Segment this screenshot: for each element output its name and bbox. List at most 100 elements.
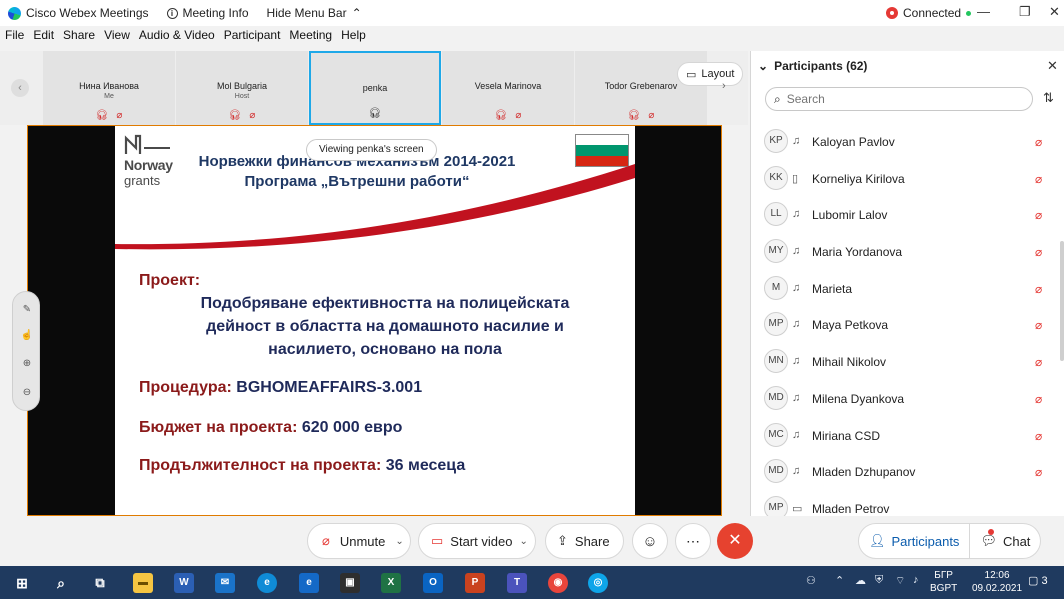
volume-icon[interactable]: ♪	[913, 574, 919, 586]
people-icon[interactable]: ⚇	[806, 574, 816, 587]
participants-button[interactable]: 👤︎ Participants	[858, 523, 971, 559]
filmstrip-prev-button[interactable]: ‹	[11, 79, 29, 97]
chat-button[interactable]: 💬︎ Chat	[970, 523, 1042, 559]
zoom-in-icon[interactable]: ⊕	[13, 358, 41, 369]
video-tile[interactable]: Vesela Marinova 🎧︎ ⌀	[442, 51, 574, 125]
muted-mic-icon[interactable]: ⌀	[1035, 318, 1042, 332]
chevron-up-icon[interactable]: ⌃	[835, 574, 844, 587]
list-item[interactable]: MP ♫ Maya Petkova ⌀	[751, 308, 1064, 345]
search-icon[interactable]: ⌕	[51, 573, 71, 593]
list-item[interactable]: M ♫ Marieta ⌀	[751, 272, 1064, 309]
wifi-icon[interactable]: ⌔	[895, 574, 905, 588]
menu-file[interactable]: File	[5, 28, 24, 48]
unmute-label: Unmute	[339, 533, 386, 549]
start-video-button[interactable]: ▭ Start video ⌄	[418, 523, 536, 559]
muted-mic-icon[interactable]: ⌀	[1035, 392, 1042, 406]
unmute-button[interactable]: ⌀ Unmute ⌄	[307, 523, 411, 559]
muted-mic-icon[interactable]: ⌀	[1035, 172, 1042, 186]
teams-icon[interactable]: T	[507, 573, 527, 593]
participants-scrollbar[interactable]	[1060, 241, 1064, 361]
task-view-icon[interactable]: ⧉	[90, 573, 110, 593]
muted-mic-icon[interactable]: ⌀	[1035, 429, 1042, 443]
muted-mic-icon[interactable]: ⌀	[1035, 282, 1042, 296]
share-icon: ⇪	[557, 533, 568, 548]
excel-icon[interactable]: X	[381, 573, 401, 593]
filmstrip-next-button[interactable]: ›	[722, 80, 726, 92]
menu-view[interactable]: View	[104, 28, 130, 48]
participants-header[interactable]: ⌄ Participants (62)	[758, 59, 867, 73]
chevron-down-icon[interactable]: ⌄	[519, 536, 527, 547]
list-item[interactable]: MY ♫ Maria Yordanova ⌀	[751, 235, 1064, 272]
windows-start-icon[interactable]: ⊞	[12, 573, 32, 593]
search-field[interactable]: ⌕	[765, 87, 1033, 111]
muted-mic-icon[interactable]: ⌀	[1035, 135, 1042, 149]
list-item[interactable]: KP ♫ Kaloyan Pavlov ⌀	[751, 125, 1064, 162]
headset-icon: ♫	[792, 428, 801, 441]
list-item[interactable]: MC ♫ Miriana CSD ⌀	[751, 419, 1064, 456]
powerpoint-icon[interactable]: P	[465, 573, 485, 593]
video-tile[interactable]: Нина Иванова Me 🎧︎ ⌀	[43, 51, 175, 125]
menu-share[interactable]: Share	[63, 28, 95, 48]
search-input[interactable]	[786, 92, 1007, 106]
antivirus-icon[interactable]: ⛨	[875, 574, 883, 587]
system-clock[interactable]: 12:06 09.02.2021	[972, 569, 1022, 595]
word-icon[interactable]: W	[174, 573, 194, 593]
avatar: MP	[764, 312, 788, 337]
layout-button[interactable]: ▭ Layout	[677, 62, 744, 86]
viewing-screen-banner[interactable]: Viewing penka's screen	[306, 139, 437, 161]
menu-audio-video[interactable]: Audio & Video	[139, 28, 215, 48]
muted-mic-icon[interactable]: ⌀	[1035, 208, 1042, 222]
zoom-out-icon[interactable]: ⊖	[13, 387, 41, 398]
shared-slide: Norway grants Норвежки финансов механизъ…	[115, 126, 635, 515]
mail-icon[interactable]: ✉	[215, 573, 235, 593]
muted-mic-icon[interactable]: ⌀	[1035, 245, 1042, 259]
chrome-icon[interactable]: ◉	[548, 573, 568, 593]
internet-explorer-icon[interactable]: e	[299, 573, 319, 593]
more-options-button[interactable]: ⋯	[675, 523, 711, 559]
meeting-info-button[interactable]: i Meeting Info	[166, 6, 249, 20]
list-item[interactable]: LL ♫ Lubomir Lalov ⌀	[751, 198, 1064, 235]
start-video-label: Start video	[450, 533, 513, 549]
list-item[interactable]: MD ♫ Mladen Dzhupanov ⌀	[751, 455, 1064, 492]
edge-icon[interactable]: e	[257, 573, 277, 593]
duration-line: Продължителност на проекта: 36 месеца	[139, 457, 466, 474]
shared-screen-stage[interactable]: Norway grants Норвежки финансов механизъ…	[27, 125, 722, 516]
cloud-icon[interactable]: ☁	[855, 574, 866, 587]
menu-participant[interactable]: Participant	[224, 28, 281, 48]
list-item[interactable]: MD ♫ Milena Dyankova ⌀	[751, 382, 1064, 419]
chevron-down-icon[interactable]: ⌄	[395, 536, 403, 547]
outlook-icon[interactable]: O	[423, 573, 443, 593]
leave-meeting-button[interactable]: ✕	[717, 523, 753, 559]
list-item[interactable]: KK ▯ Korneliya Kirilova ⌀	[751, 162, 1064, 199]
notification-center-icon[interactable]: ▢ 3	[1028, 574, 1048, 587]
app-title: Cisco Webex Meetings	[0, 6, 149, 20]
muted-mic-icon[interactable]: ⌀	[1035, 465, 1042, 479]
store-icon[interactable]: ▣	[340, 573, 360, 593]
share-button[interactable]: ⇪ Share	[545, 523, 624, 559]
chevron-up-icon: ⌃	[351, 6, 362, 20]
input-language[interactable]: БГР BGPT	[930, 569, 957, 595]
hide-menu-bar-button[interactable]: Hide Menu Bar ⌃	[267, 6, 362, 20]
sort-icon[interactable]: ⇅	[1043, 90, 1054, 106]
close-window-icon[interactable]: ✕	[1049, 4, 1060, 20]
restore-icon[interactable]: ❐	[1019, 4, 1031, 20]
webex-taskbar-icon[interactable]: ◎	[588, 573, 608, 593]
annotate-icon[interactable]: ✎	[13, 304, 41, 315]
video-tile-active-speaker[interactable]: penka 🎧︎	[309, 51, 441, 125]
close-panel-icon[interactable]: ✕	[1047, 58, 1058, 74]
remote-control-icon[interactable]: ☝	[13, 330, 41, 341]
list-item[interactable]: MN ♫ Mihail Nikolov ⌀	[751, 345, 1064, 382]
minimize-icon[interactable]: —	[977, 4, 990, 19]
headset-icon: ♫	[792, 355, 801, 368]
muted-mic-icon: ⌀	[322, 533, 330, 548]
headset-icon: ♫	[792, 208, 801, 221]
muted-mic-icon[interactable]: ⌀	[1035, 355, 1042, 369]
connection-status[interactable]: Connected	[886, 6, 972, 20]
reactions-button[interactable]: ☺	[632, 523, 668, 559]
menu-meeting[interactable]: Meeting	[289, 28, 332, 48]
file-explorer-icon[interactable]: ▬	[133, 573, 153, 593]
menu-edit[interactable]: Edit	[33, 28, 54, 48]
list-item[interactable]: MP ▭ Mladen Petrov	[751, 492, 1064, 516]
menu-help[interactable]: Help	[341, 28, 366, 48]
video-tile[interactable]: Mol Bulgaria Host 🎧︎ ⌀	[176, 51, 308, 125]
